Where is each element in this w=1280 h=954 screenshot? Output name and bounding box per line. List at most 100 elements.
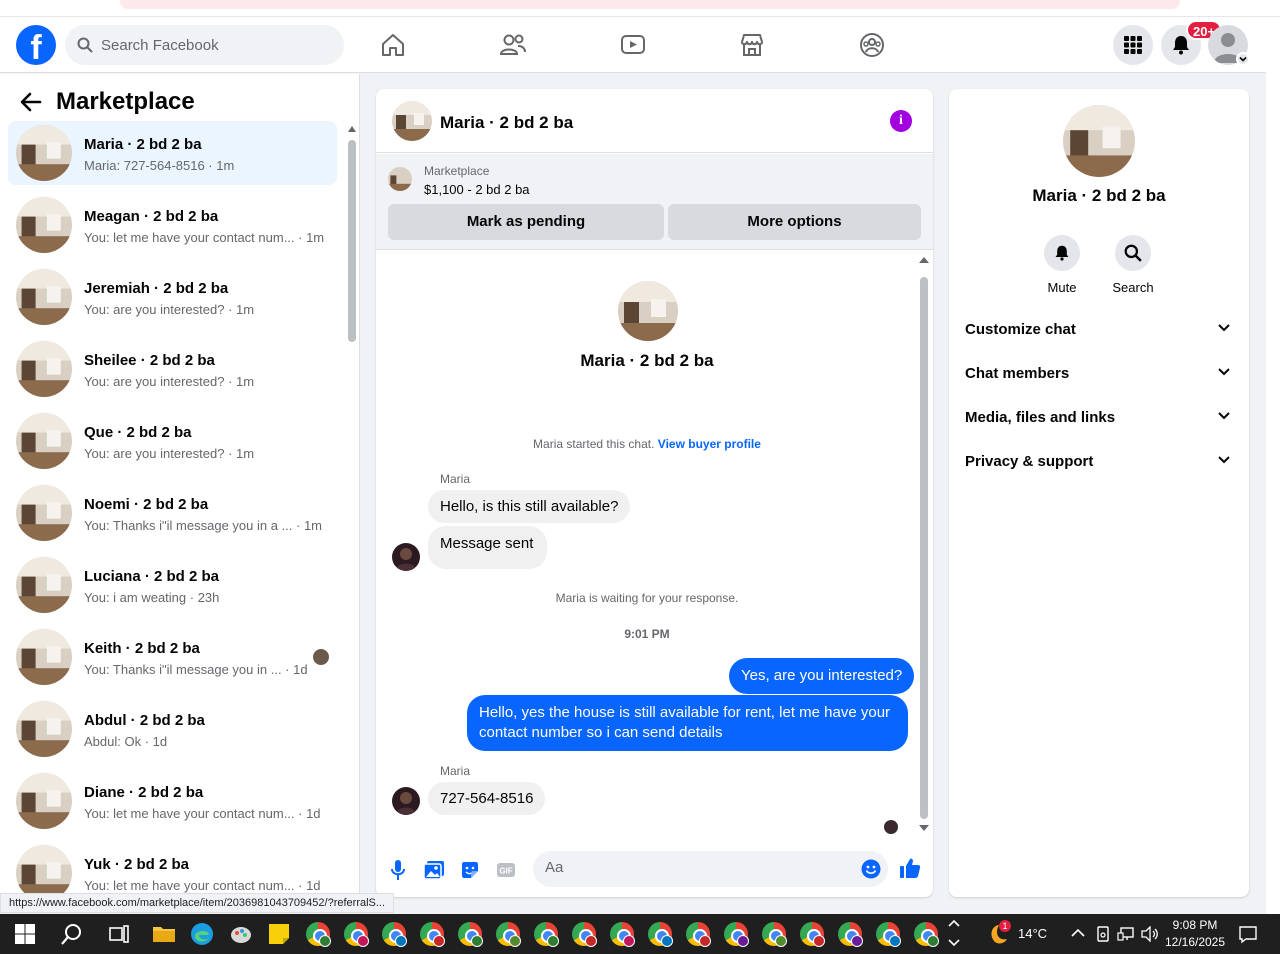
listing-price[interactable]: $1,100 - 2 bd 2 ba — [424, 182, 530, 197]
chat-avatar[interactable] — [392, 101, 432, 141]
network-icon[interactable] — [1117, 926, 1135, 942]
taskbar-scroll-down-icon[interactable] — [948, 938, 960, 948]
chrome-window-icon[interactable] — [420, 922, 445, 947]
privacy-support-section[interactable]: Privacy & support — [965, 451, 1233, 475]
marketplace-icon[interactable] — [736, 29, 768, 61]
more-options-button[interactable]: More options — [668, 204, 921, 240]
chrome-window-icon[interactable] — [800, 922, 825, 947]
chat-started-text: Maria started this chat. — [533, 437, 655, 451]
video-icon[interactable] — [617, 29, 649, 61]
microphone-icon[interactable] — [387, 859, 409, 881]
system-clock[interactable]: 9:08 PM 12/16/2025 — [1160, 917, 1230, 951]
info-icon[interactable]: i — [890, 110, 912, 132]
facebook-logo[interactable]: f — [16, 25, 56, 65]
weather-temperature[interactable]: 14°C — [1018, 926, 1047, 941]
outgoing-message[interactable]: Yes, are you interested? — [729, 658, 915, 694]
conversation-item[interactable]: Diane · 2 bd 2 ba You: let me have your c… — [8, 769, 337, 833]
intro-avatar[interactable] — [618, 281, 678, 341]
chat-scroll-thumb[interactable] — [920, 277, 928, 819]
gif-icon[interactable]: GIF — [495, 859, 517, 881]
chrome-window-icon[interactable] — [458, 922, 483, 947]
conversation-item[interactable]: Keith · 2 bd 2 ba You: Thanks i"il messag… — [8, 625, 337, 689]
customize-chat-section[interactable]: Customize chat — [965, 319, 1233, 343]
mute-button[interactable]: Mute — [1032, 235, 1092, 295]
message-composer: GIF — [376, 841, 933, 897]
conversation-item[interactable]: Sheilee · 2 bd 2 ba You: are you interest… — [8, 337, 337, 401]
photo-icon[interactable] — [423, 859, 445, 881]
chat-scroll-down-icon[interactable] — [919, 825, 929, 831]
friends-icon[interactable] — [497, 29, 529, 61]
chrome-window-icon[interactable] — [876, 922, 901, 947]
chrome-window-icon[interactable] — [724, 922, 749, 947]
chrome-window-icon[interactable] — [686, 922, 711, 947]
like-thumb-icon[interactable] — [899, 857, 921, 879]
taskbar-scroll-up-icon[interactable] — [948, 918, 960, 928]
message-input[interactable] — [545, 859, 845, 876]
mark-as-pending-button[interactable]: Mark as pending — [388, 204, 664, 240]
chrome-window-icon[interactable] — [306, 922, 331, 947]
conversation-preview: You: are you interested? · 1m — [84, 374, 255, 389]
device-icon[interactable] — [1095, 926, 1111, 942]
search-input[interactable] — [101, 36, 321, 54]
grid-icon — [1124, 36, 1142, 54]
chat-scroll-up-icon[interactable] — [919, 257, 929, 263]
conversation-name: Noemi · 2 bd 2 ba — [84, 496, 209, 513]
paint-app-icon[interactable] — [229, 922, 253, 946]
conversation-item[interactable]: Maria · 2 bd 2 ba Maria: 727-564-8516 · 1… — [8, 121, 337, 185]
file-explorer-icon[interactable] — [152, 922, 176, 946]
search-box[interactable] — [65, 25, 344, 65]
chrome-window-icon[interactable] — [914, 922, 939, 947]
chrome-window-icon[interactable] — [762, 922, 787, 947]
facebook-header: f 20+ — [0, 17, 1266, 73]
menu-grid-button[interactable] — [1113, 25, 1153, 65]
task-view-icon[interactable] — [107, 922, 131, 946]
account-chevron-icon[interactable] — [1236, 52, 1250, 66]
chrome-window-icon[interactable] — [534, 922, 559, 947]
message-input-box[interactable] — [533, 851, 888, 887]
sticky-notes-icon[interactable] — [267, 922, 291, 946]
windows-start-icon[interactable] — [13, 922, 37, 946]
conversation-name: Yuk · 2 bd 2 ba — [84, 856, 190, 873]
chrome-window-icon[interactable] — [838, 922, 863, 947]
incoming-message[interactable]: Message sent — [428, 526, 548, 569]
conversation-item[interactable]: Que · 2 bd 2 ba You: are you interested? … — [8, 409, 337, 473]
svg-text:GIF: GIF — [499, 867, 512, 876]
sender-avatar[interactable] — [392, 543, 420, 571]
conversation-item[interactable]: Jeremiah · 2 bd 2 ba You: are you interes… — [8, 265, 337, 329]
chrome-window-icon[interactable] — [382, 922, 407, 947]
sticker-icon[interactable] — [459, 859, 481, 881]
outgoing-message[interactable]: Hello, yes the house is still available … — [467, 695, 908, 751]
details-avatar[interactable] — [1063, 105, 1135, 177]
conversation-item[interactable]: Yuk · 2 bd 2 ba You: let me have your con… — [8, 841, 337, 894]
conversation-item[interactable]: Meagan · 2 bd 2 ba You: let me have your … — [8, 193, 337, 257]
emoji-icon[interactable] — [861, 859, 881, 879]
conversation-item[interactable]: Abdul · 2 bd 2 ba Abdul: Ok · 1d — [8, 697, 337, 761]
conversation-item[interactable]: Noemi · 2 bd 2 ba You: Thanks i"il messag… — [8, 481, 337, 545]
home-icon[interactable] — [377, 29, 409, 61]
media-files-links-section[interactable]: Media, files and links — [965, 407, 1233, 431]
back-arrow-icon[interactable] — [20, 92, 42, 112]
groups-icon[interactable] — [856, 29, 888, 61]
show-hidden-icons-icon[interactable] — [1071, 928, 1085, 938]
chrome-window-icon[interactable] — [496, 922, 521, 947]
chrome-window-icon[interactable] — [572, 922, 597, 947]
sidebar-scroll-thumb[interactable] — [348, 140, 356, 342]
search-chat-button[interactable]: Search — [1103, 235, 1163, 295]
section-label: Customize chat — [965, 321, 1076, 338]
taskbar-search-icon[interactable] — [60, 922, 84, 946]
chrome-window-icon[interactable] — [610, 922, 635, 947]
incoming-message[interactable]: 727-564-8516 — [428, 782, 546, 815]
edge-browser-icon[interactable] — [190, 922, 214, 946]
chrome-window-icon[interactable] — [648, 922, 673, 947]
view-buyer-profile-link[interactable]: View buyer profile — [658, 437, 761, 451]
incoming-message[interactable]: Hello, is this still available? — [428, 490, 631, 523]
sender-avatar[interactable] — [392, 787, 420, 815]
volume-icon[interactable] — [1141, 926, 1159, 942]
page-scrollbar[interactable] — [1266, 17, 1280, 915]
chat-title[interactable]: Maria · 2 bd 2 ba — [440, 113, 573, 133]
conversation-item[interactable]: Luciana · 2 bd 2 ba You: i am weating · 2… — [8, 553, 337, 617]
notification-center-icon[interactable] — [1238, 924, 1258, 944]
listing-thumbnail[interactable] — [388, 167, 412, 191]
chrome-window-icon[interactable] — [344, 922, 369, 947]
chat-members-section[interactable]: Chat members — [965, 363, 1233, 387]
